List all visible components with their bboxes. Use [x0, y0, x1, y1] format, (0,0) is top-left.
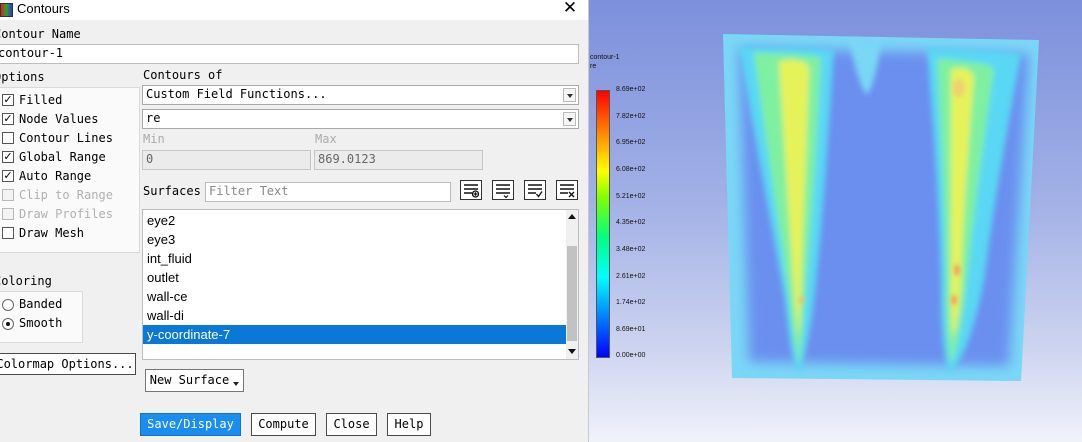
title-bar: Contours ✕	[0, 0, 588, 20]
max-label: Max	[315, 132, 337, 146]
coloring-smooth[interactable]: Smooth	[0, 316, 80, 335]
option-filled[interactable]: ✓ Filled	[0, 93, 138, 113]
clip-to-range-label: Clip to Range	[19, 188, 113, 202]
option-clip-to-range: Clip to Range	[0, 188, 138, 208]
option-contour-lines[interactable]: Contour Lines	[0, 131, 138, 151]
contour-plot	[723, 34, 1039, 381]
contours-dialog: Contours ✕ Contour Name contour-1 Option…	[0, 0, 589, 442]
clip-to-range-checkbox	[2, 189, 14, 201]
save-display-button[interactable]: Save/Display	[140, 413, 241, 436]
option-auto-range[interactable]: ✓ Auto Range	[0, 169, 138, 189]
surface-filter-input[interactable]: Filter Text	[205, 182, 451, 202]
colormap-options-button[interactable]: Colormap Options...	[0, 353, 136, 375]
contour-field-select[interactable]: re	[142, 109, 579, 129]
graphics-viewport[interactable]: contour-1 re 8.69e+02 7.82e+02 6.95e+02 …	[589, 0, 1082, 442]
contours-of-label: Contours of	[143, 68, 223, 82]
delete-surface-icon[interactable]	[556, 180, 578, 200]
filled-label: Filled	[19, 93, 63, 107]
list-item[interactable]: eye3	[143, 230, 567, 249]
filled-checkbox[interactable]: ✓	[2, 94, 14, 106]
surfaces-label: Surfaces	[143, 184, 201, 198]
list-item[interactable]: wall-di	[143, 306, 567, 325]
scroll-down-icon[interactable]	[568, 349, 576, 354]
draw-mesh-checkbox[interactable]	[2, 227, 14, 239]
options-label: Options	[0, 70, 45, 84]
auto-range-label: Auto Range	[19, 169, 92, 183]
draw-mesh-label: Draw Mesh	[19, 226, 85, 240]
node-values-checkbox[interactable]: ✓	[2, 113, 14, 125]
list-item-selected[interactable]: y-coordinate-7	[143, 325, 567, 344]
new-surface-button[interactable]: New Surface	[145, 369, 244, 392]
banded-radio[interactable]	[2, 299, 14, 311]
min-field: 0	[142, 150, 311, 170]
options-group: ✓ Filled ✓ Node Values Contour Lines ✓ G…	[0, 87, 140, 253]
option-draw-mesh[interactable]: Draw Mesh	[0, 226, 138, 246]
list-item[interactable]: wall-ce	[143, 287, 567, 306]
list-item[interactable]: int_fluid	[143, 249, 567, 268]
contour-lines-label: Contour Lines	[19, 131, 113, 145]
coloring-banded[interactable]: Banded	[0, 297, 80, 316]
new-surface-icon[interactable]	[460, 180, 482, 200]
contour-lines-checkbox[interactable]	[2, 132, 14, 144]
coloring-label: Coloring	[0, 274, 52, 288]
global-range-label: Global Range	[19, 150, 106, 164]
option-node-values[interactable]: ✓ Node Values	[0, 112, 138, 132]
global-range-checkbox[interactable]: ✓	[2, 151, 14, 163]
contour-category-select[interactable]: Custom Field Functions...	[142, 85, 579, 105]
contour-name-input[interactable]: contour-1	[0, 44, 579, 64]
scrollbar-thumb[interactable]	[567, 246, 577, 341]
list-item[interactable]: eye2	[143, 211, 567, 230]
coloring-group: Banded Smooth	[0, 291, 83, 343]
close-icon[interactable]: ✕	[562, 0, 578, 18]
app-icon	[0, 3, 13, 17]
draw-profiles-label: Draw Profiles	[19, 207, 113, 221]
node-values-label: Node Values	[19, 112, 99, 126]
help-button[interactable]: Help	[387, 413, 431, 436]
auto-range-checkbox[interactable]: ✓	[2, 170, 14, 182]
toggle-select-icon[interactable]	[524, 180, 546, 200]
min-label: Min	[143, 132, 165, 146]
max-field: 869.0123	[314, 150, 483, 170]
list-item[interactable]: outlet	[143, 268, 567, 287]
draw-profiles-checkbox	[2, 208, 14, 220]
window-title: Contours	[17, 1, 70, 16]
smooth-label: Smooth	[19, 316, 63, 330]
smooth-radio[interactable]	[2, 318, 14, 330]
contour-category-value: Custom Field Functions...	[146, 87, 327, 101]
close-button[interactable]: Close	[326, 413, 377, 436]
scroll-up-icon[interactable]	[568, 214, 576, 219]
contour-field-value: re	[146, 111, 161, 125]
option-global-range[interactable]: ✓ Global Range	[0, 150, 138, 170]
compute-button[interactable]: Compute	[251, 413, 316, 436]
select-all-icon[interactable]	[492, 180, 514, 200]
chevron-down-icon	[563, 88, 576, 102]
contour-name-label: Contour Name	[0, 27, 81, 41]
option-draw-profiles: Draw Profiles	[0, 207, 138, 227]
banded-label: Banded	[19, 297, 63, 311]
chevron-down-icon	[563, 112, 576, 126]
chevron-down-icon	[233, 382, 239, 386]
surfaces-list[interactable]: eye2 eye3 int_fluid outlet wall-ce wall-…	[142, 209, 579, 360]
new-surface-label: New Surface	[149, 373, 230, 387]
